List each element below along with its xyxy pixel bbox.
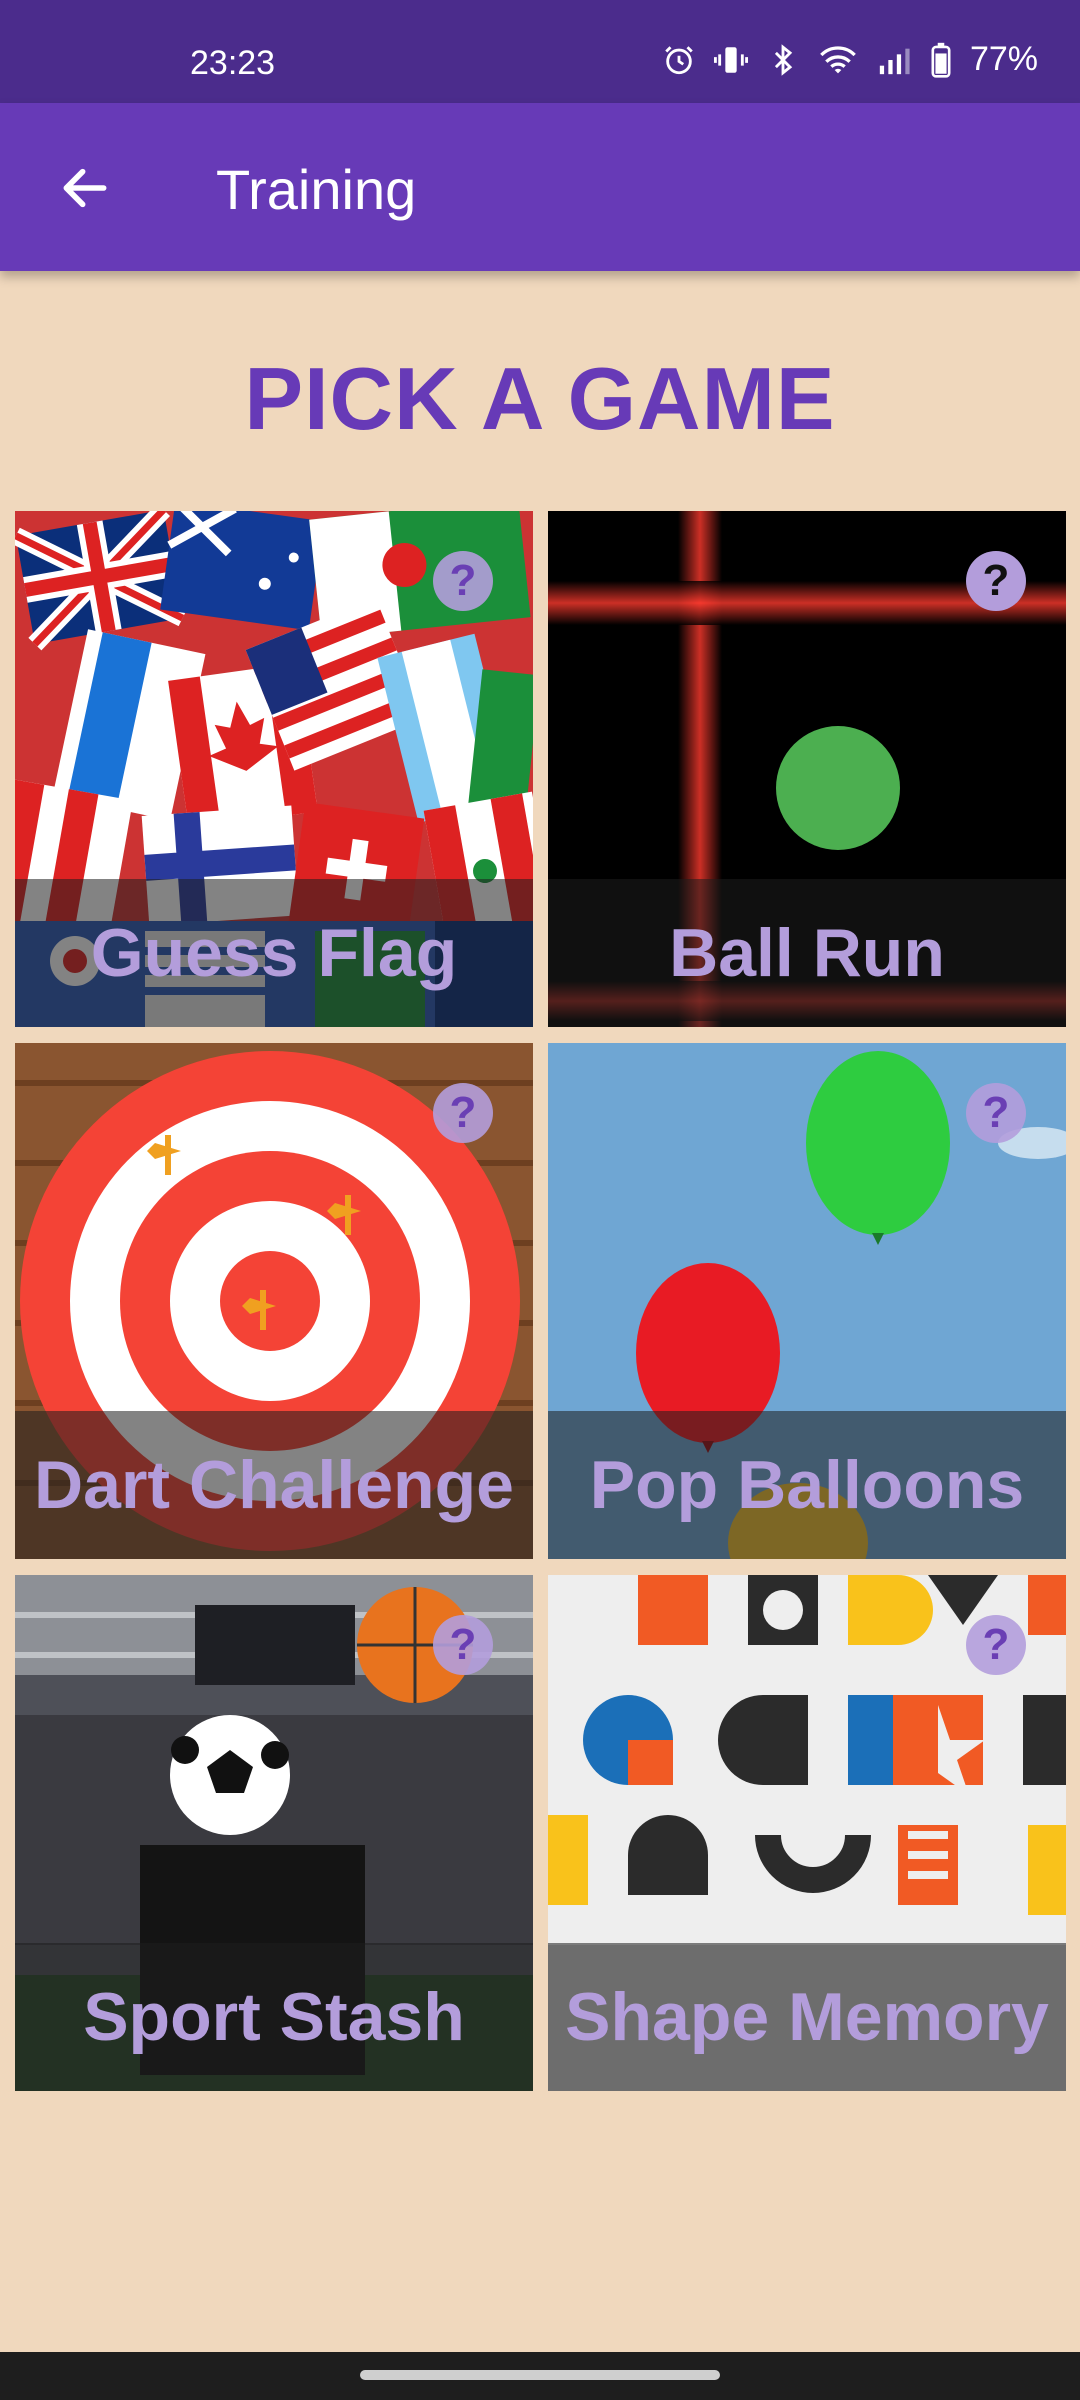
tile-label: Pop Balloons <box>589 1447 1025 1523</box>
help-icon[interactable]: ? <box>966 1083 1026 1143</box>
game-tile-shape-memory[interactable]: ? Shape Memory <box>548 1575 1066 2091</box>
help-icon[interactable]: ? <box>433 551 493 611</box>
game-tile-pop-balloons[interactable]: ? Pop Balloons <box>548 1043 1066 1559</box>
status-icons: 77% <box>662 40 1038 79</box>
game-tile-sport-stash[interactable]: ? Sport Stash <box>15 1575 533 2091</box>
alarm-icon <box>665 45 693 74</box>
tile-label: Dart Challenge <box>34 1447 514 1523</box>
help-icon[interactable]: ? <box>433 1083 493 1143</box>
app-bar: Training <box>0 103 1080 271</box>
tile-label-band: Shape Memory <box>548 1943 1066 2091</box>
page-heading: PICK A GAME <box>244 349 836 448</box>
battery-icon <box>931 42 951 78</box>
game-tile-dart-challenge[interactable]: ? Dart Challenge <box>15 1043 533 1559</box>
tile-label-band: Sport Stash <box>15 1943 533 2091</box>
game-tile-ball-run[interactable]: ? Ball Run <box>548 511 1066 1027</box>
status-bar: 23:23 77% <box>0 0 1080 103</box>
tile-label-band: Pop Balloons <box>548 1411 1066 1559</box>
system-navigation-bar <box>0 2352 1080 2400</box>
vibrate-icon <box>713 46 748 73</box>
tile-label-band: Guess Flag <box>15 879 533 1027</box>
tile-label: Shape Memory <box>565 1979 1049 2055</box>
battery-percentage: 77% <box>969 40 1038 78</box>
bluetooth-icon <box>774 43 793 76</box>
tile-label: Sport Stash <box>83 1979 465 2055</box>
gesture-handle[interactable] <box>360 2370 720 2380</box>
game-tile-guess-flag[interactable]: ? Guess Flag <box>15 511 533 1027</box>
help-icon[interactable]: ? <box>966 1615 1026 1675</box>
tile-label-band: Dart Challenge <box>15 1411 533 1559</box>
app-title: Training <box>216 158 417 221</box>
signal-icon <box>879 48 910 74</box>
help-icon[interactable]: ? <box>433 1615 493 1675</box>
arrow-back-icon <box>63 168 107 208</box>
tile-label-band: Ball Run <box>548 879 1066 1027</box>
back-button[interactable] <box>40 143 130 233</box>
status-time: 23:23 <box>190 44 276 82</box>
help-icon[interactable]: ? <box>966 551 1026 611</box>
tile-label: Guess Flag <box>90 915 458 991</box>
tile-label: Ball Run <box>669 915 945 991</box>
wifi-icon <box>820 45 856 73</box>
